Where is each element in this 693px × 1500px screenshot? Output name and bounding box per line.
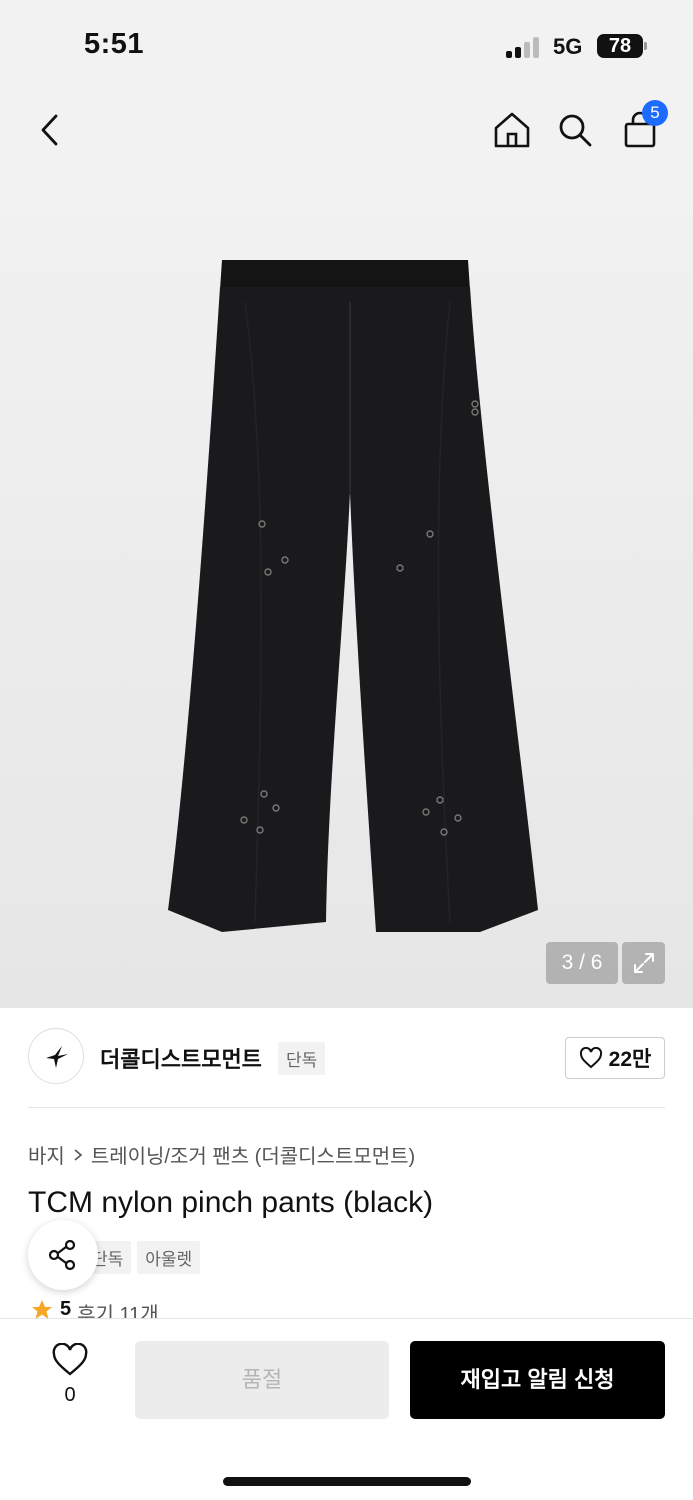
breadcrumb-category[interactable]: 바지 [28, 1140, 65, 1169]
star-burst-icon [46, 1046, 68, 1068]
expand-icon [633, 953, 654, 973]
cart-count-badge: 5 [642, 100, 668, 126]
chevron-left-icon [41, 114, 58, 146]
wishlist-button[interactable]: 0 [46, 1342, 94, 1407]
cart-button[interactable]: 5 [616, 100, 668, 154]
brand-like-button[interactable]: 22만 [565, 1037, 665, 1079]
home-button[interactable] [488, 106, 536, 154]
rating-row[interactable]: 5 후기 11개 [30, 1298, 159, 1318]
product-title: TCM nylon pinch pants (black) [28, 1186, 434, 1219]
product-gallery[interactable]: 3 / 6 [0, 172, 693, 1008]
brand-logo[interactable] [28, 1028, 84, 1084]
top-nav: 5 [0, 92, 693, 172]
battery-icon: 78 [597, 34, 643, 58]
product-tag-outlet: 아울렛 [137, 1241, 201, 1274]
product-image [168, 260, 538, 932]
rating-score: 5 [60, 1298, 72, 1318]
search-button[interactable] [551, 106, 599, 154]
search-icon [559, 114, 592, 147]
home-indicator [223, 1477, 471, 1486]
restock-alert-button[interactable]: 재입고 알림 신청 [410, 1341, 665, 1419]
breadcrumb: 바지 트레이닝/조거 팬츠 (더콜디스트모먼트) [28, 1140, 415, 1169]
breadcrumb-subcategory[interactable]: 트레이닝/조거 팬츠 (더콜디스트모먼트) [91, 1140, 415, 1169]
star-icon [32, 1300, 52, 1318]
brand-row: 더콜디스트모먼트 단독 22만 [28, 1028, 665, 1086]
signal-icon [506, 36, 542, 58]
share-icon [48, 1239, 76, 1271]
home-icon [494, 112, 530, 148]
status-bar: 5:51 5G 78 [0, 0, 693, 92]
chevron-right-icon [74, 1148, 83, 1161]
product-tags: 단독 아울렛 [84, 1241, 201, 1274]
divider [28, 1107, 665, 1108]
heart-icon [579, 1047, 602, 1069]
network-label: 5G [553, 34, 583, 59]
soldout-button[interactable]: 품절 [135, 1341, 389, 1419]
wishlist-count: 0 [64, 1384, 76, 1406]
expand-button[interactable] [622, 942, 665, 984]
brand-like-count: 22만 [608, 1048, 652, 1071]
back-button[interactable] [26, 106, 74, 154]
review-count-link[interactable]: 후기 11개 [77, 1298, 159, 1318]
bottom-action-bar: 0 품절 재입고 알림 신청 [0, 1318, 693, 1500]
share-button[interactable] [28, 1220, 98, 1290]
brand-exclusive-tag: 단독 [278, 1042, 326, 1075]
heart-icon [52, 1342, 88, 1376]
brand-name[interactable]: 더콜디스트모먼트 [100, 1042, 262, 1074]
battery-cap [644, 42, 647, 50]
gallery-page-indicator: 3 / 6 [546, 942, 618, 984]
status-time: 5:51 [84, 28, 145, 60]
